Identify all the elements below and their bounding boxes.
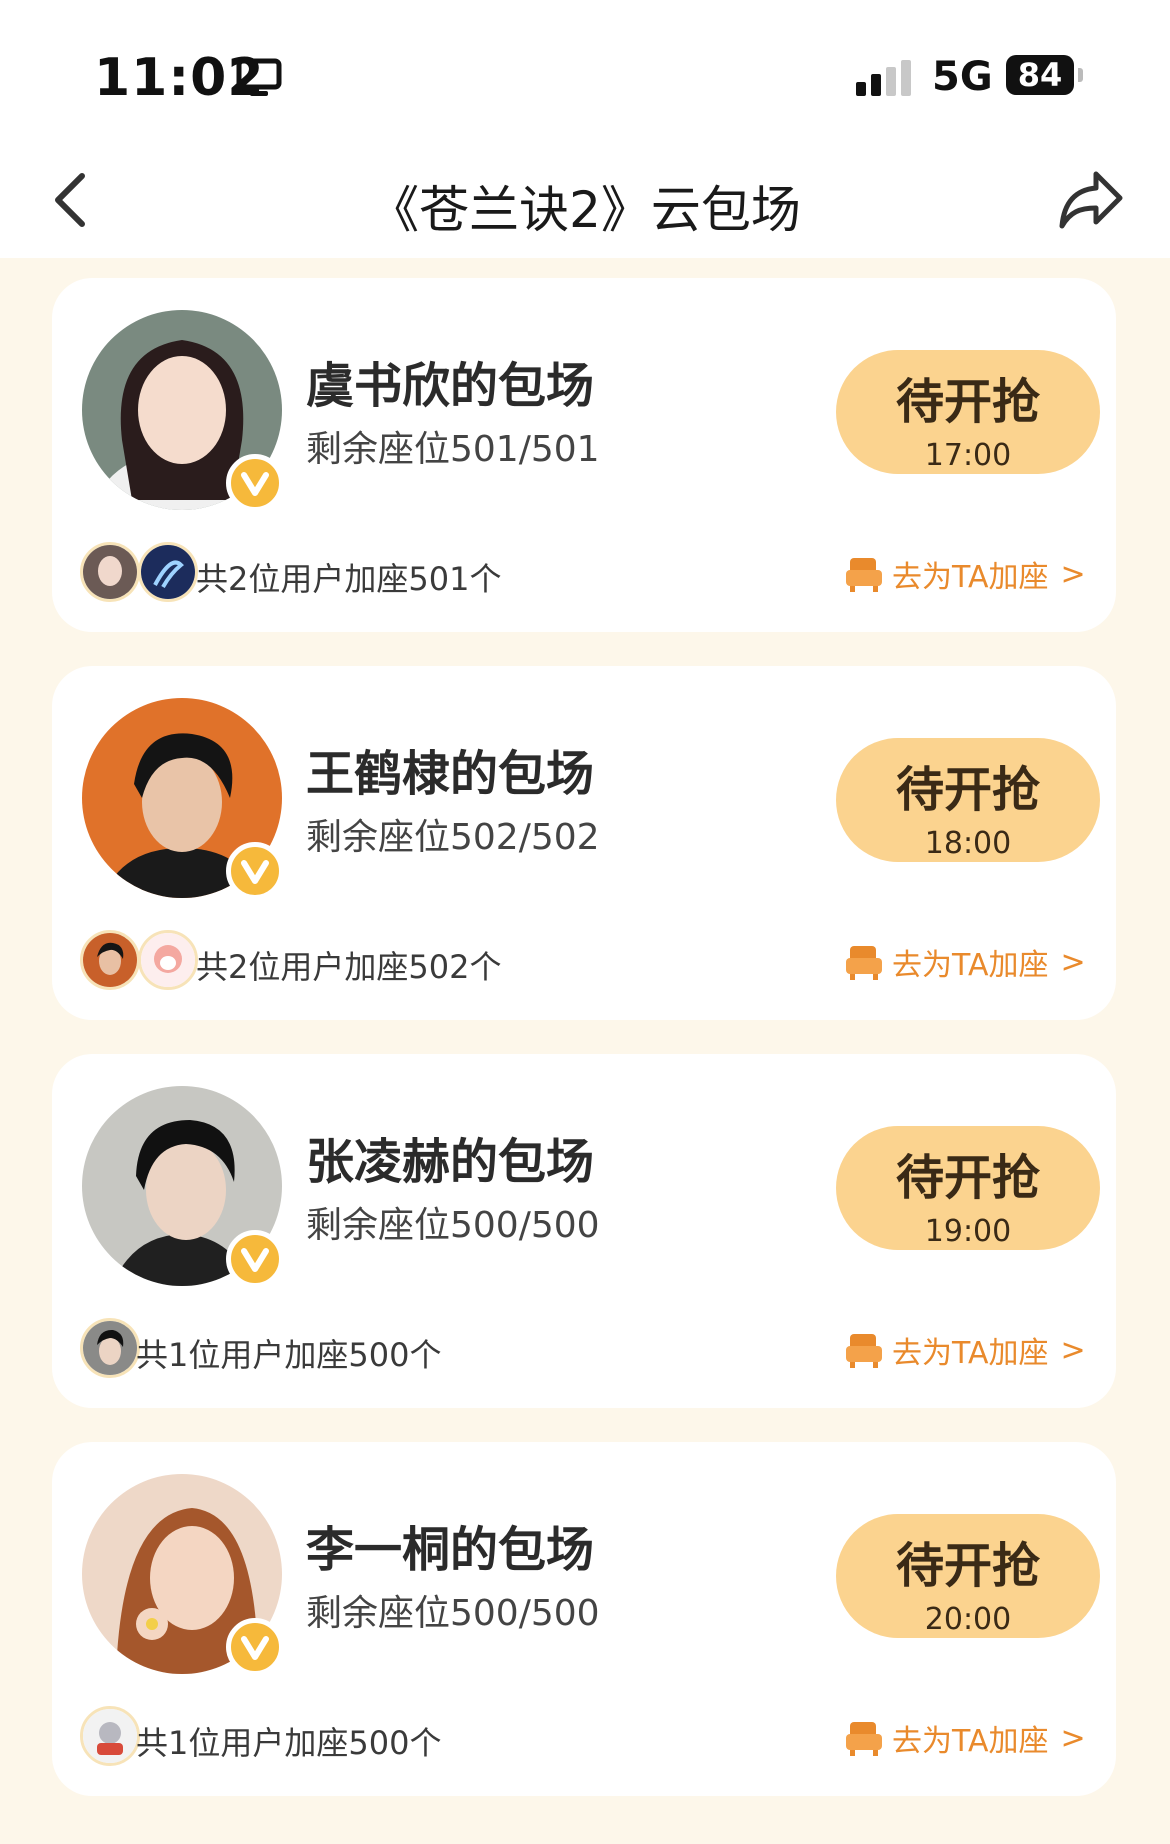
battery-tip <box>1078 68 1083 82</box>
verified-icon <box>226 1230 284 1288</box>
battery-icon: 84 <box>1006 55 1074 95</box>
page-title: 《苍兰诀2》云包场 <box>369 181 801 239</box>
grab-start-time: 19:00 <box>924 1214 1012 1249</box>
seat-icon <box>846 1722 882 1756</box>
grab-status-label: 待开抢 <box>895 762 1040 818</box>
user-avatar <box>138 542 198 602</box>
verified-icon <box>226 1618 284 1676</box>
add-seat-label: 去为TA加座 <box>892 1724 1049 1759</box>
chevron-right-icon: > <box>1060 944 1086 980</box>
remaining-seats: 剩余座位502/502 <box>306 817 600 858</box>
back-chevron-icon[interactable] <box>44 170 104 230</box>
grab-status-button[interactable]: 待开抢 19:00 <box>836 1126 1100 1250</box>
grab-status-label: 待开抢 <box>895 1150 1040 1206</box>
add-seat-link[interactable]: 去为TA加座 > <box>844 940 1086 984</box>
user-avatar <box>80 542 140 602</box>
grab-start-time: 18:00 <box>924 826 1012 861</box>
network-type: 5G <box>932 54 993 100</box>
grab-status-label: 待开抢 <box>895 374 1040 430</box>
chevron-right-icon: > <box>1060 1720 1086 1756</box>
joined-users-summary: 共2位用户加座502个 <box>196 948 502 986</box>
share-icon[interactable] <box>1056 168 1126 232</box>
status-bar: 11:02 5G 84 <box>0 0 1170 130</box>
add-seat-label: 去为TA加座 <box>892 1336 1049 1371</box>
host-name: 李一桐的包场 <box>306 1522 595 1578</box>
screening-card[interactable]: 张凌赫的包场 剩余座位500/500 待开抢 19:00 共1位用户加座500个… <box>52 1054 1116 1408</box>
add-seat-label: 去为TA加座 <box>892 560 1049 595</box>
grab-status-button[interactable]: 待开抢 17:00 <box>836 350 1100 474</box>
add-seat-link[interactable]: 去为TA加座 > <box>844 552 1086 596</box>
screening-card[interactable]: 虞书欣的包场 剩余座位501/501 待开抢 17:00 共2位用户加座501个… <box>52 278 1116 632</box>
user-avatar <box>138 930 198 990</box>
screening-card[interactable]: 王鹤棣的包场 剩余座位502/502 待开抢 18:00 共2位用户加座502个… <box>52 666 1116 1020</box>
seat-icon <box>846 1334 882 1368</box>
remaining-seats: 剩余座位500/500 <box>306 1593 600 1634</box>
chevron-right-icon: > <box>1060 556 1086 592</box>
host-name: 张凌赫的包场 <box>306 1134 595 1190</box>
host-name: 王鹤棣的包场 <box>306 746 595 802</box>
user-avatar <box>80 1318 140 1378</box>
verified-icon <box>226 454 284 512</box>
remaining-seats: 剩余座位500/500 <box>306 1205 600 1246</box>
user-avatar <box>80 1706 140 1766</box>
grab-status-button[interactable]: 待开抢 20:00 <box>836 1514 1100 1638</box>
grab-status-button[interactable]: 待开抢 18:00 <box>836 738 1100 862</box>
chevron-right-icon: > <box>1060 1332 1086 1368</box>
user-avatar <box>80 930 140 990</box>
verified-icon <box>226 842 284 900</box>
grab-start-time: 20:00 <box>924 1602 1012 1637</box>
host-name: 虞书欣的包场 <box>306 358 595 414</box>
navigation-bar: 《苍兰诀2》云包场 <box>0 150 1170 250</box>
add-seat-link[interactable]: 去为TA加座 > <box>844 1328 1086 1372</box>
remaining-seats: 剩余座位501/501 <box>306 429 600 470</box>
joined-users-summary: 共1位用户加座500个 <box>136 1724 442 1762</box>
grab-start-time: 17:00 <box>924 438 1012 473</box>
screening-card[interactable]: 李一桐的包场 剩余座位500/500 待开抢 20:00 共1位用户加座500个… <box>52 1442 1116 1796</box>
seat-icon <box>846 946 882 980</box>
grab-status-label: 待开抢 <box>895 1538 1040 1594</box>
joined-users-summary: 共1位用户加座500个 <box>136 1336 442 1374</box>
add-seat-label: 去为TA加座 <box>892 948 1049 983</box>
add-seat-link[interactable]: 去为TA加座 > <box>844 1716 1086 1760</box>
joined-users-summary: 共2位用户加座501个 <box>196 560 502 598</box>
screen-mirroring-icon <box>236 58 282 96</box>
seat-icon <box>846 558 882 592</box>
cellular-signal-icon <box>856 60 911 96</box>
